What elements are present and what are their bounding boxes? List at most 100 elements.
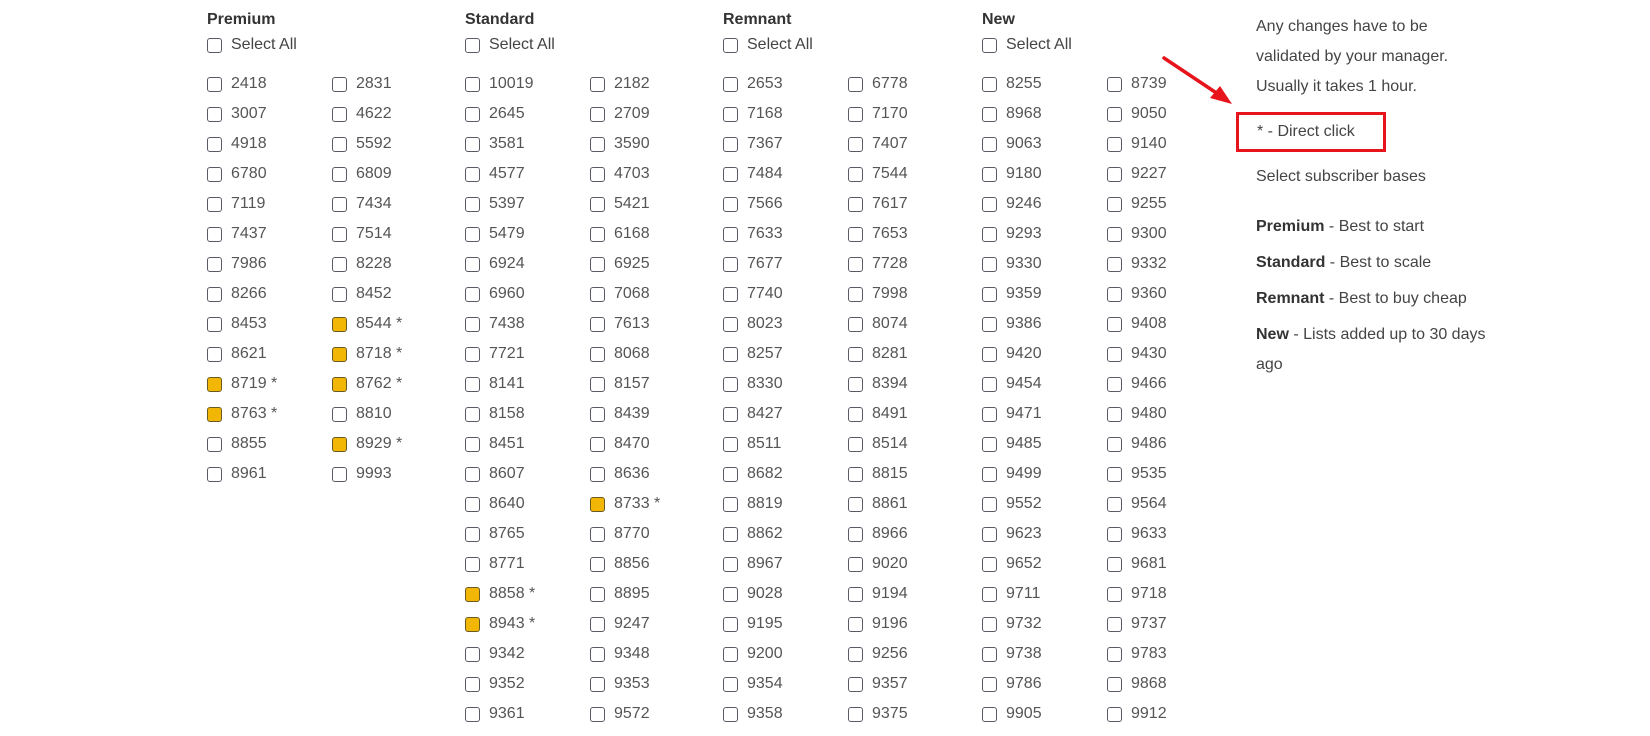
base-checkbox[interactable] (982, 256, 997, 272)
list-item[interactable]: 6924 (465, 249, 590, 279)
list-item[interactable]: 9623 (982, 519, 1107, 549)
base-checkbox[interactable] (207, 436, 222, 452)
base-checkbox[interactable] (590, 136, 605, 152)
base-checkbox[interactable] (1107, 136, 1122, 152)
base-checkbox[interactable] (723, 706, 738, 722)
list-item[interactable]: 7633 (723, 219, 848, 249)
list-item[interactable]: 3007 (207, 99, 332, 129)
select-all-checkbox[interactable] (465, 37, 480, 53)
base-checkbox[interactable] (465, 106, 480, 122)
list-item[interactable]: 9466 (1107, 369, 1232, 399)
list-item[interactable]: 8855 (207, 429, 332, 459)
base-checkbox[interactable] (848, 256, 863, 272)
base-checkbox[interactable] (332, 196, 347, 212)
list-item[interactable]: 2418 (207, 69, 332, 99)
list-item[interactable]: 7514 (332, 219, 457, 249)
base-checkbox[interactable] (590, 286, 605, 302)
base-checkbox[interactable] (1107, 226, 1122, 242)
base-checkbox[interactable] (1107, 376, 1122, 392)
list-item[interactable]: 8765 (465, 519, 590, 549)
base-checkbox[interactable] (982, 166, 997, 182)
base-checkbox[interactable] (207, 226, 222, 242)
base-checkbox[interactable] (207, 376, 222, 392)
list-item[interactable]: 8682 (723, 459, 848, 489)
list-item[interactable]: 8895 (590, 579, 715, 609)
base-checkbox[interactable] (982, 436, 997, 452)
list-item[interactable]: 9905 (982, 699, 1107, 729)
base-checkbox[interactable] (848, 406, 863, 422)
base-checkbox[interactable] (207, 316, 222, 332)
list-item[interactable]: 8862 (723, 519, 848, 549)
base-checkbox[interactable] (332, 466, 347, 482)
base-checkbox[interactable] (982, 406, 997, 422)
base-checkbox[interactable] (590, 166, 605, 182)
list-item[interactable]: 8718 * (332, 339, 457, 369)
base-checkbox[interactable] (332, 436, 347, 452)
list-item[interactable]: 9256 (848, 639, 973, 669)
base-checkbox[interactable] (1107, 646, 1122, 662)
list-item[interactable]: 7367 (723, 129, 848, 159)
base-checkbox[interactable] (848, 496, 863, 512)
base-checkbox[interactable] (723, 376, 738, 392)
base-checkbox[interactable] (723, 466, 738, 482)
list-item[interactable]: 9255 (1107, 189, 1232, 219)
list-item[interactable]: 9572 (590, 699, 715, 729)
base-checkbox[interactable] (332, 256, 347, 272)
base-checkbox[interactable] (590, 76, 605, 92)
base-checkbox[interactable] (723, 346, 738, 362)
list-item[interactable]: 9195 (723, 609, 848, 639)
list-item[interactable]: 9535 (1107, 459, 1232, 489)
base-checkbox[interactable] (332, 286, 347, 302)
list-item[interactable]: 9868 (1107, 669, 1232, 699)
base-checkbox[interactable] (1107, 166, 1122, 182)
list-item[interactable]: 7740 (723, 279, 848, 309)
base-checkbox[interactable] (982, 676, 997, 692)
list-item[interactable]: 6809 (332, 159, 457, 189)
select-all-checkbox[interactable] (723, 37, 738, 53)
list-item[interactable]: 9293 (982, 219, 1107, 249)
base-checkbox[interactable] (723, 256, 738, 272)
list-item[interactable]: 8023 (723, 309, 848, 339)
list-item[interactable]: 8074 (848, 309, 973, 339)
base-checkbox[interactable] (207, 106, 222, 122)
list-item[interactable]: 9359 (982, 279, 1107, 309)
base-checkbox[interactable] (723, 316, 738, 332)
list-item[interactable]: 8929 * (332, 429, 457, 459)
base-checkbox[interactable] (723, 526, 738, 542)
base-checkbox[interactable] (982, 586, 997, 602)
list-item[interactable]: 8394 (848, 369, 973, 399)
list-item[interactable]: 8771 (465, 549, 590, 579)
list-item[interactable]: 4918 (207, 129, 332, 159)
base-checkbox[interactable] (848, 466, 863, 482)
list-item[interactable]: 9454 (982, 369, 1107, 399)
base-checkbox[interactable] (1107, 196, 1122, 212)
base-checkbox[interactable] (590, 646, 605, 662)
base-checkbox[interactable] (465, 586, 480, 602)
list-item[interactable]: 9357 (848, 669, 973, 699)
base-checkbox[interactable] (848, 316, 863, 332)
list-item[interactable]: 9480 (1107, 399, 1232, 429)
base-checkbox[interactable] (590, 406, 605, 422)
list-item[interactable]: 9718 (1107, 579, 1232, 609)
list-item[interactable]: 8810 (332, 399, 457, 429)
base-checkbox[interactable] (465, 706, 480, 722)
list-item[interactable]: 9552 (982, 489, 1107, 519)
list-item[interactable]: 9247 (590, 609, 715, 639)
base-checkbox[interactable] (590, 256, 605, 272)
list-item[interactable]: 8861 (848, 489, 973, 519)
list-item[interactable]: 8451 (465, 429, 590, 459)
base-checkbox[interactable] (1107, 256, 1122, 272)
list-item[interactable]: 9330 (982, 249, 1107, 279)
base-checkbox[interactable] (1107, 106, 1122, 122)
list-item[interactable]: 8266 (207, 279, 332, 309)
select-all-premium[interactable]: Select All (207, 30, 457, 60)
base-checkbox[interactable] (465, 526, 480, 542)
base-checkbox[interactable] (723, 676, 738, 692)
list-item[interactable]: 8453 (207, 309, 332, 339)
list-item[interactable]: 8330 (723, 369, 848, 399)
list-item[interactable]: 9063 (982, 129, 1107, 159)
base-checkbox[interactable] (465, 556, 480, 572)
base-checkbox[interactable] (848, 106, 863, 122)
base-checkbox[interactable] (723, 196, 738, 212)
base-checkbox[interactable] (590, 466, 605, 482)
